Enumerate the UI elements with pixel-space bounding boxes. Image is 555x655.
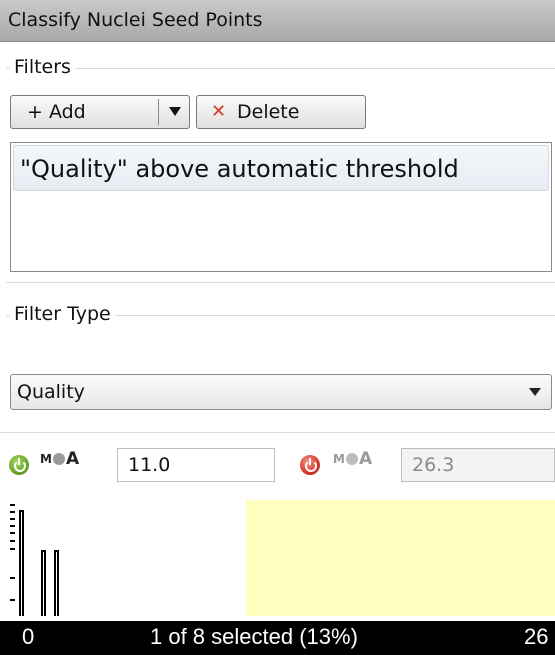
filter-type-value: Quality [17, 381, 85, 403]
power-symbol [14, 460, 26, 472]
power-off-icon[interactable] [300, 455, 320, 475]
axis-ticks [10, 504, 16, 614]
chevron-down-icon [529, 388, 541, 396]
histogram-status-bar: 0 1 of 8 selected (13%) 26 [0, 621, 555, 655]
selected-range-band [246, 500, 555, 616]
mode-dot [52, 453, 65, 465]
add-dropdown-arrow[interactable] [161, 96, 189, 128]
filters-group-label: Filters [10, 56, 75, 78]
filters-list[interactable]: "Quality" above automatic threshold [10, 142, 552, 272]
auto-letter: A [358, 449, 373, 469]
power-on-icon[interactable] [9, 455, 29, 475]
manual-auto-icon[interactable]: MA [40, 449, 79, 469]
histogram[interactable] [0, 500, 555, 620]
manual-auto-icon[interactable]: MA [333, 449, 372, 469]
power-stem [18, 458, 20, 465]
histogram-min-label: 0 [22, 624, 35, 649]
selection-status-text: 1 of 8 selected (13%) [150, 624, 358, 649]
chevron-down-icon [169, 107, 181, 116]
lower-threshold-input[interactable]: 11.0 [117, 448, 275, 482]
upper-threshold-input[interactable]: 26.3 [401, 448, 555, 482]
add-filter-button[interactable]: + Add [10, 95, 190, 129]
filter-type-group-label: Filter Type [10, 303, 115, 325]
histogram-max-label: 26 [524, 624, 549, 649]
list-separator [6, 282, 555, 283]
power-symbol [305, 460, 317, 472]
manual-letter: M [40, 452, 52, 466]
mode-dot [345, 453, 358, 465]
delete-filter-label: Delete [237, 101, 300, 123]
histogram-bar [41, 550, 46, 616]
list-item[interactable]: "Quality" above automatic threshold [13, 145, 549, 191]
delete-filter-button[interactable]: ✕ Delete [196, 95, 366, 129]
add-filter-label: + Add [27, 101, 86, 123]
add-split-divider [158, 99, 159, 125]
manual-letter: M [333, 452, 345, 466]
auto-letter: A [65, 449, 80, 469]
close-icon: ✕ [211, 101, 227, 122]
filter-type-select[interactable]: Quality [10, 374, 552, 410]
power-stem [309, 458, 311, 465]
filters-group-line [6, 68, 555, 69]
panel-title: Classify Nuclei Seed Points [8, 9, 263, 31]
histogram-bar [19, 510, 24, 616]
histogram-bar [54, 550, 59, 616]
list-item-label: "Quality" above automatic threshold [20, 155, 459, 183]
threshold-separator [0, 432, 555, 433]
panel-title-bar: Classify Nuclei Seed Points [0, 0, 555, 42]
